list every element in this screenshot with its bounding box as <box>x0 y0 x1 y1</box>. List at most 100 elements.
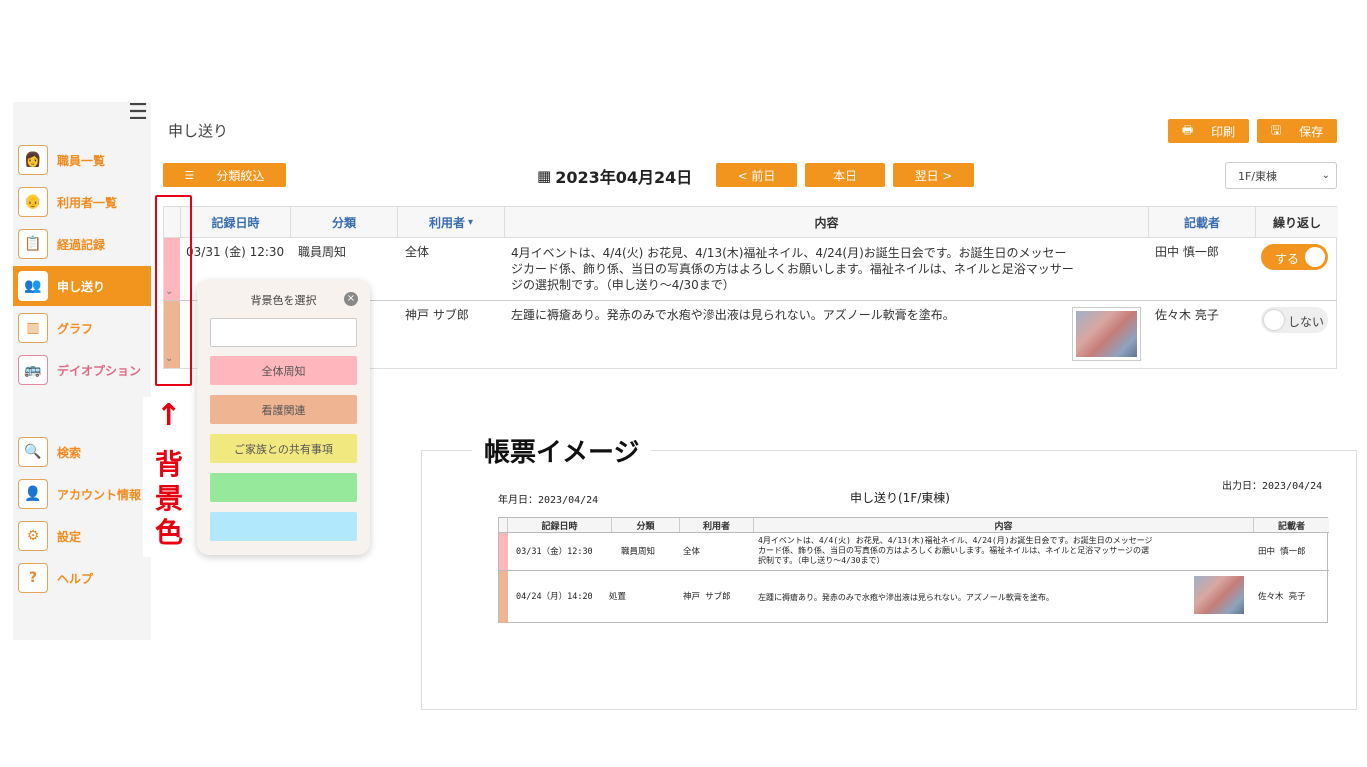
sidebar-item-label: 職員一覧 <box>57 153 106 168</box>
col-header-category[interactable]: 分類 <box>291 207 398 238</box>
sidebar-item-label: デイオプション <box>57 363 142 378</box>
sidebar-item-label: 検索 <box>57 445 82 460</box>
sidebar-item-staff[interactable]: 👩 職員一覧 <box>13 140 151 180</box>
report-title: 申し送り(1F/東棟) <box>850 491 950 505</box>
filter-button[interactable]: ☰ 分類絞込 <box>163 163 286 187</box>
col-header-user-label: 利用者 <box>428 216 465 230</box>
floppy-icon: 🖫 <box>1270 122 1282 137</box>
col-header-author[interactable]: 記載者 <box>1149 207 1256 238</box>
report-row-author: 田中 慎一郎 <box>1258 547 1306 557</box>
bus-icon: 🚌 <box>18 355 48 385</box>
report-row-content: 4月イベントは、4/4(火) お花見、4/13(木)福祉ネイル、4/24(月)お… <box>758 536 1153 566</box>
annotation-char: 景 <box>155 482 184 515</box>
annotation-arrow: ↑ <box>156 398 182 433</box>
wound-photo[interactable] <box>1072 307 1141 361</box>
row-author: 佐々木 亮子 <box>1155 308 1219 322</box>
report-row-divider <box>499 570 1329 571</box>
col-header-user[interactable]: 利用者 ▾ <box>398 207 505 238</box>
content-line: カード係、飾り係、当日の写真係の方はよろしくお願いします。福祉ネイルは、ネイルと… <box>758 546 1150 555</box>
sidebar-item-handover[interactable]: 👥 申し送り <box>13 266 151 306</box>
report-col-author: 記載者 <box>1277 521 1305 532</box>
report-row-content: 左踵に褥瘡あり。発赤のみで水疱や滲出液は見られない。アズノール軟膏を塗布。 <box>758 593 1054 602</box>
sidebar-item-label: 経過記録 <box>57 237 106 252</box>
swatch-blue[interactable] <box>210 512 357 541</box>
row-content: 左踵に褥瘡あり。発赤のみで水疱や滲出液は見られない。アズノール軟膏を塗布。 <box>511 308 955 322</box>
report-row-color <box>499 571 508 623</box>
bar-chart-icon: ▥ <box>18 313 48 343</box>
sliders-icon: ☰ <box>184 168 195 182</box>
col-header-datetime[interactable]: 記録日時 <box>181 207 291 238</box>
prev-day-button[interactable]: < 前日 <box>716 163 797 187</box>
row-divider <box>163 237 1337 238</box>
report-row-color <box>499 533 508 570</box>
toggle-label: する <box>1275 252 1300 266</box>
toggle-knob <box>1264 310 1284 330</box>
sidebar-item-users[interactable]: 👴 利用者一覧 <box>13 182 151 222</box>
row-author: 田中 慎一郎 <box>1155 245 1219 259</box>
repeat-toggle[interactable]: する <box>1261 244 1328 270</box>
report-color-col <box>499 518 508 532</box>
annotation-highlight-box <box>155 195 192 386</box>
close-icon[interactable]: × <box>344 292 358 306</box>
current-date: ▦ 2023年04月24日 <box>537 164 692 188</box>
floor-value: 1F/東棟 <box>1238 169 1278 183</box>
sidebar-item-label: グラフ <box>57 321 94 336</box>
report-row-category: 処置 <box>609 592 627 602</box>
print-button[interactable]: 🖶 印刷 <box>1168 119 1249 143</box>
col-header-repeat: 繰り返し <box>1256 207 1338 238</box>
row-content: 4月イベントは、4/4(火) お花見、4/13(木)福祉ネイル、4/24(月)お… <box>511 245 1074 293</box>
swatch-all-notice[interactable]: 全体周知 <box>210 356 357 385</box>
user-list-icon: 👴 <box>18 187 48 217</box>
report-col-user: 利用者 <box>680 518 754 532</box>
chevron-down-icon: ⌄ <box>1321 170 1330 181</box>
hamburger-menu-icon[interactable]: ☰ <box>127 102 149 125</box>
annotation-label: 背 景 色 <box>155 448 183 550</box>
sidebar-item-search[interactable]: 🔍 検索 <box>13 432 151 472</box>
gear-icon: ⚙ <box>18 521 48 551</box>
page-title: 申し送り <box>168 122 229 140</box>
repeat-toggle[interactable]: しない <box>1261 307 1328 333</box>
printer-icon: 🖶 <box>1181 122 1194 137</box>
row-datetime: 03/31 (金) 12:30 <box>186 245 285 259</box>
sidebar-item-label: 設定 <box>57 529 82 544</box>
help-icon: ? <box>18 563 48 593</box>
swatch-family[interactable]: ご家族との共有事項 <box>210 434 357 463</box>
save-label: 保存 <box>1299 124 1324 139</box>
content-line: 択制です。（申し送り～4/30まで） <box>758 556 885 565</box>
save-button[interactable]: 🖫 保存 <box>1257 119 1337 143</box>
toggle-knob <box>1305 247 1325 267</box>
row-user: 全体 <box>405 245 430 259</box>
report-row-datetime: 04/24（月）14:20 <box>516 592 593 602</box>
report-output-date: 出力日：2023/04/24 <box>1222 481 1323 492</box>
sidebar-item-graph[interactable]: ▥ グラフ <box>13 308 151 348</box>
sidebar-item-label: 利用者一覧 <box>57 195 118 210</box>
report-col-datetime: 記録日時 <box>508 518 612 532</box>
report-col-category: 分類 <box>612 518 680 532</box>
annotation-char: 色 <box>155 516 184 549</box>
sidebar-item-settings[interactable]: ⚙ 設定 <box>13 516 151 556</box>
content-line: 4月イベントは、4/4(火) お花見、4/13(木)福祉ネイル、4/24(月)お… <box>511 246 1067 260</box>
annotation-char: 背 <box>155 448 184 481</box>
floor-select[interactable]: 1F/東棟 ⌄ <box>1225 162 1337 189</box>
today-button[interactable]: 本日 <box>805 163 885 187</box>
report-table: 記録日時 分類 利用者 内容 記載者 03/31（金）12:30 職員周知 全体… <box>498 517 1329 623</box>
sidebar-item-account[interactable]: 👤 アカウント情報 <box>13 474 151 514</box>
color-picker-popup: 背景色を選択 × 全体周知 看護関連 ご家族との共有事項 <box>197 280 370 555</box>
sidebar-item-day-option[interactable]: 🚌 デイオプション <box>13 350 151 390</box>
content-line: 4月イベントは、4/4(火) お花見、4/13(木)福祉ネイル、4/24(月)お… <box>758 536 1153 545</box>
swatch-nursing[interactable]: 看護関連 <box>210 395 357 424</box>
sidebar-item-label: ヘルプ <box>57 571 94 586</box>
row-user: 神戸 サブ郎 <box>405 308 469 322</box>
report-row-author: 佐々木 亮子 <box>1258 592 1306 602</box>
date-text: 2023年04月24日 <box>555 168 693 187</box>
sidebar-item-label: 申し送り <box>57 279 106 294</box>
handover-icon: 👥 <box>18 271 48 301</box>
next-day-button[interactable]: 翌日 > <box>893 163 974 187</box>
row-category: 職員周知 <box>298 245 347 259</box>
swatch-green[interactable] <box>210 473 357 502</box>
filter-label: 分類絞込 <box>216 168 265 183</box>
sidebar-item-records[interactable]: 📋 経過記録 <box>13 224 151 264</box>
swatch-none[interactable] <box>210 318 357 347</box>
print-label: 印刷 <box>1211 124 1236 139</box>
sidebar-item-help[interactable]: ? ヘルプ <box>13 558 151 598</box>
